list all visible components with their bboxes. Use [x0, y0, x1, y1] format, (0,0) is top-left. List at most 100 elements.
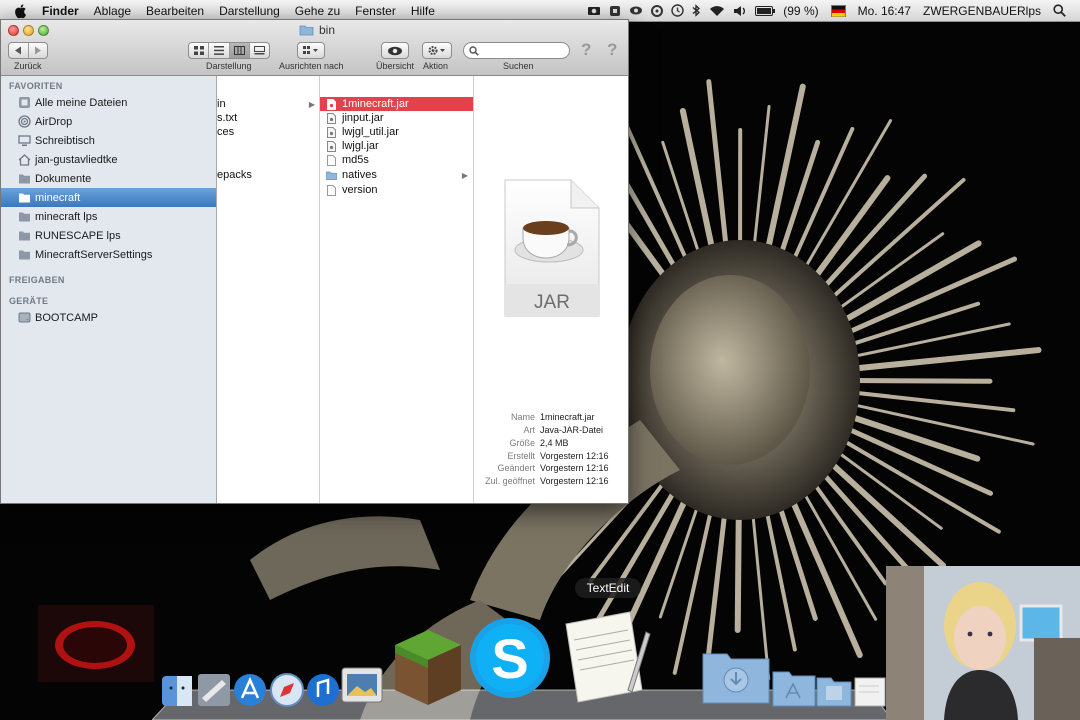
volume-icon[interactable]: [733, 5, 747, 17]
jar-file-icon: [326, 140, 337, 152]
quicklook-button[interactable]: [381, 42, 409, 59]
jar-icon-label: JAR: [534, 292, 570, 313]
safari-icon[interactable]: [270, 673, 304, 707]
sidebar-item-label: BOOTCAMP: [35, 311, 98, 324]
applications-icon[interactable]: [772, 671, 816, 707]
puzzle-icon[interactable]: [609, 5, 621, 17]
menu-hilfe[interactable]: Hilfe: [411, 4, 435, 18]
list-item-lwjgl-jar[interactable]: lwjgl.jar: [320, 139, 473, 153]
mail-icon[interactable]: [198, 674, 230, 706]
documents-stack-icon[interactable]: [816, 677, 852, 707]
downloads-icon[interactable]: [702, 653, 770, 704]
search-field[interactable]: [463, 42, 570, 59]
menu-bearbeiten[interactable]: Bearbeiten: [146, 4, 204, 18]
sidebar-item-label: Schreibtisch: [35, 134, 95, 147]
list-item[interactable]: [217, 153, 319, 167]
textedit-icon[interactable]: [565, 611, 651, 703]
sidebar-item-home[interactable]: jan-gustavliedtke: [1, 150, 216, 169]
sidebar-item-documents[interactable]: Dokumente: [1, 169, 216, 188]
action-button[interactable]: [422, 42, 452, 59]
sidebar-item-all-files[interactable]: Alle meine Dateien: [1, 93, 216, 112]
info-key-kind: Art: [523, 425, 535, 435]
list-item-natives[interactable]: natives ▶: [320, 168, 473, 182]
finder-icon[interactable]: [162, 676, 192, 706]
list-item[interactable]: s.txt: [217, 111, 319, 125]
view-mode-control: [188, 42, 270, 59]
forward-button[interactable]: [29, 43, 48, 58]
apple-menu-icon[interactable]: [12, 3, 30, 19]
list-item-label: jinput.jar: [342, 112, 384, 124]
info-value-created: Vorgestern 12:16: [540, 451, 609, 461]
list-item-version[interactable]: version: [320, 183, 473, 197]
settings-icon[interactable]: [651, 4, 664, 17]
eye-icon[interactable]: [629, 5, 643, 16]
column-bin: 1minecraft.jar jinput.jar lwjgl_util.jar…: [320, 76, 474, 503]
wifi-icon[interactable]: [709, 5, 725, 17]
document-icon: [326, 184, 337, 196]
clock[interactable]: Mo. 16:47: [858, 4, 911, 18]
menu-ablage[interactable]: Ablage: [94, 4, 131, 18]
menu-gehe-zu[interactable]: Gehe zu: [295, 4, 340, 18]
user-menu[interactable]: ZWERGENBAUERlps: [923, 4, 1041, 18]
bluetooth-icon[interactable]: [692, 4, 701, 17]
sidebar-header-favorites: FAVORITEN: [9, 81, 63, 91]
list-item[interactable]: ces: [217, 125, 319, 139]
sidebar-item-minecraft[interactable]: minecraft: [1, 188, 216, 207]
sidebar-item-label: MinecraftServerSettings: [35, 248, 153, 261]
chevron-right-icon: ▶: [461, 170, 468, 180]
arrange-button[interactable]: [297, 42, 325, 59]
window-title: bin: [299, 23, 335, 37]
sidebar-item-label: minecraft: [35, 191, 81, 204]
list-item-jinput-jar[interactable]: jinput.jar: [320, 111, 473, 125]
list-item-lwjgl-util-jar[interactable]: lwjgl_util.jar: [320, 125, 473, 139]
folder-icon: [326, 169, 337, 181]
list-item[interactable]: epacks: [217, 168, 319, 182]
list-item-md5s[interactable]: md5s: [320, 153, 473, 167]
menu-fenster[interactable]: Fenster: [355, 4, 396, 18]
menu-finder[interactable]: Finder: [42, 4, 79, 18]
list-item-1minecraft-jar[interactable]: 1minecraft.jar: [320, 97, 473, 111]
camera-icon[interactable]: [587, 5, 601, 16]
minecraft-icon[interactable]: [395, 630, 461, 705]
sidebar-item-runescape-lps[interactable]: RUNESCAPE lps: [1, 226, 216, 245]
help-icon[interactable]: ?: [581, 40, 591, 60]
wallpaper-spine: [847, 378, 993, 384]
list-item-label: version: [342, 184, 378, 196]
sidebar-item-label: Alle meine Dateien: [35, 96, 128, 109]
skype-icon[interactable]: S: [470, 618, 550, 698]
back-button[interactable]: [9, 43, 29, 58]
time-machine-icon[interactable]: [671, 4, 684, 17]
back-label: Zurück: [14, 61, 42, 71]
close-button[interactable]: [8, 25, 19, 36]
info-value-name: 1minecraft.jar: [540, 412, 595, 422]
zoom-button[interactable]: [38, 25, 49, 36]
itunes-icon[interactable]: [307, 674, 339, 706]
sidebar-item-minecraft-lps[interactable]: minecraft lps: [1, 207, 216, 226]
recent-icon[interactable]: [854, 677, 886, 707]
info-value-last-opened: Vorgestern 12:16: [540, 476, 609, 486]
minimize-button[interactable]: [23, 25, 34, 36]
menu-darstellung[interactable]: Darstellung: [219, 4, 280, 18]
view-icons-button[interactable]: [189, 43, 210, 58]
flag-icon[interactable]: [830, 4, 846, 17]
sidebar-item-minecraft-server-settings[interactable]: MinecraftServerSettings: [1, 245, 216, 264]
list-item-label: lwjgl_util.jar: [342, 126, 399, 138]
battery-icon[interactable]: [755, 5, 776, 16]
spotlight-icon[interactable]: [1053, 4, 1066, 17]
sidebar-item-desktop[interactable]: Schreibtisch: [1, 131, 216, 150]
iphoto-icon[interactable]: [341, 667, 383, 703]
app-store-icon[interactable]: [234, 674, 266, 706]
list-item-label: ces: [217, 126, 235, 138]
list-item[interactable]: in ▶: [217, 97, 319, 111]
view-coverflow-button[interactable]: [250, 43, 269, 58]
sidebar-item-label: jan-gustavliedtke: [35, 153, 118, 166]
view-columns-button[interactable]: [229, 43, 250, 58]
cover-flow-icon: [253, 46, 265, 55]
search-input[interactable]: [479, 44, 563, 57]
view-list-button[interactable]: [209, 43, 230, 58]
sidebar-item-airdrop[interactable]: AirDrop: [1, 112, 216, 131]
sidebar-item-bootcamp[interactable]: BOOTCAMP: [1, 308, 216, 327]
help-icon-secondary[interactable]: ?: [607, 40, 617, 60]
list-item-label: 1minecraft.jar: [342, 98, 409, 110]
list-item[interactable]: [217, 139, 319, 153]
